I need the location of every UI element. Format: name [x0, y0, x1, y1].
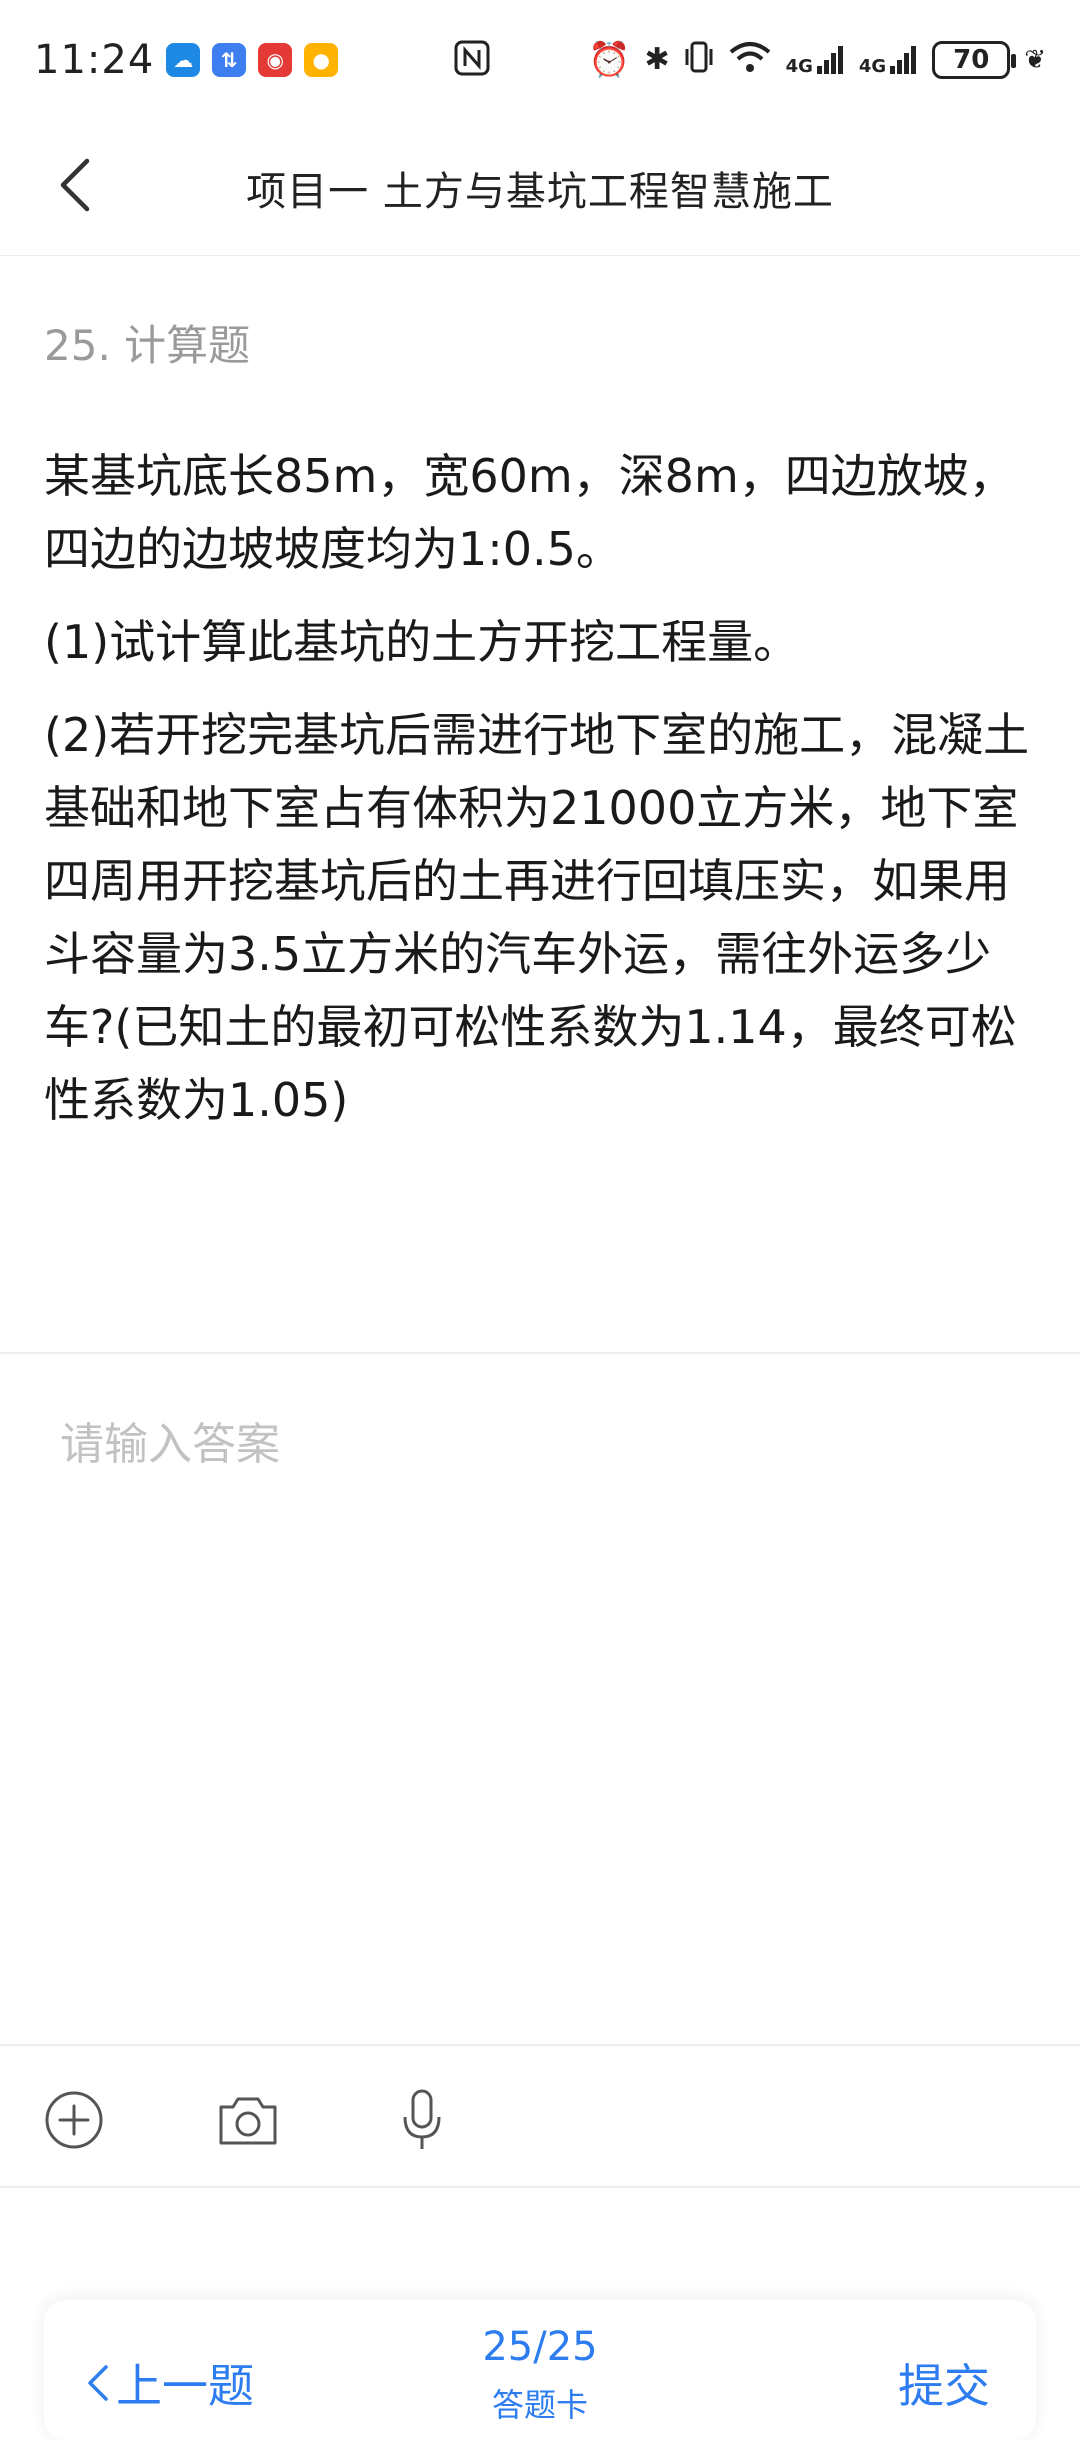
- status-time: 11:24: [34, 37, 155, 83]
- network-label: 4G: [785, 56, 813, 77]
- status-left: 11:24 ☁ ⇅ ◉ ●: [34, 37, 339, 83]
- camera-icon: [219, 2097, 277, 2145]
- voice-button[interactable]: [382, 2080, 462, 2160]
- question-progress: 25/25: [482, 2324, 598, 2370]
- bottom-navigation: 上一题 25/25 答题卡 提交: [44, 2300, 1036, 2440]
- game-app-icon: ●: [304, 43, 339, 77]
- answer-input[interactable]: [44, 1396, 1036, 2036]
- plus-circle-icon: [45, 2091, 103, 2149]
- status-bar: 11:24 ☁ ⇅ ◉ ● ⏰ ✱ 4G 4G 70 ❦: [0, 0, 1080, 120]
- camera-button[interactable]: [208, 2080, 288, 2160]
- status-right: ⏰ ✱ 4G 4G 70 ❦: [588, 39, 1046, 81]
- divider: [0, 1352, 1080, 1354]
- nfc-icon: [452, 38, 492, 82]
- microphone-icon: [403, 2089, 441, 2149]
- question-paragraph: (2)若开挖完基坑后需进行地下室的施工，混凝土基础和地下室占有体积为21000立…: [44, 708, 1030, 1127]
- chat-app-icon: ◉: [258, 43, 293, 77]
- question-paragraph: 某基坑底长85m，宽60m，深8m，四边放坡，四边的边坡坡度均为1:0.5。: [44, 449, 1015, 576]
- question-body: 某基坑底长85m，宽60m，深8m，四边放坡，四边的边坡坡度均为1:0.5。 (…: [44, 440, 1044, 1157]
- vibrate-icon: [684, 39, 714, 81]
- app-icon: ⇅: [212, 43, 247, 77]
- signal-icon: 4G: [859, 44, 918, 76]
- answer-card-button[interactable]: 答题卡: [44, 2380, 1036, 2426]
- alarm-icon: ⏰: [588, 40, 631, 80]
- wifi-icon: [728, 40, 772, 80]
- divider: [0, 2186, 1080, 2188]
- bluetooth-icon: ✱: [644, 42, 670, 77]
- answer-toolbar: [0, 2046, 1080, 2186]
- battery-icon: 70: [932, 41, 1017, 79]
- header: 项目一 土方与基坑工程智慧施工: [0, 120, 1080, 256]
- submit-button[interactable]: 提交: [898, 2350, 990, 2416]
- leaf-icon: ❦: [1024, 45, 1046, 75]
- question-paragraph: (1)试计算此基坑的土方开挖工程量。: [44, 615, 800, 669]
- network-label: 4G: [858, 56, 887, 77]
- page-title: 项目一 土方与基坑工程智慧施工: [246, 168, 834, 215]
- weather-app-icon: ☁: [166, 43, 201, 77]
- chevron-left-icon: [60, 158, 90, 212]
- signal-icon: 4G: [786, 44, 845, 76]
- add-button[interactable]: [34, 2080, 114, 2160]
- back-button[interactable]: [40, 150, 110, 220]
- battery-level: 70: [953, 45, 990, 75]
- question-number: 25. 计算题: [44, 321, 251, 370]
